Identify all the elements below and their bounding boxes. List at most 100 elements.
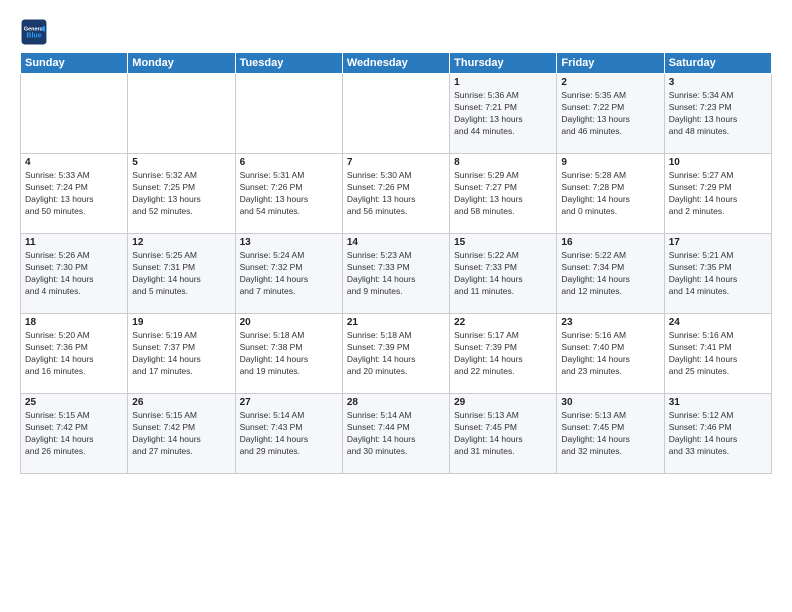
cell-week1-day7: 3 Sunrise: 5:34 AM Sunset: 7:23 PM Daylig… — [664, 74, 771, 154]
cell-week3-day3: 13Sunrise: 5:24 AM Sunset: 7:32 PM Dayli… — [235, 234, 342, 314]
cell-week5-day6: 30 Sunrise: 5:13 AM Sunset: 7:45 PM Dayli… — [557, 394, 664, 474]
cell-week5-day2: 26 Sunrise: 5:15 AM Sunset: 7:42 PM Dayli… — [128, 394, 235, 474]
day-info: Sunrise: 5:13 AM Sunset: 7:45 PM Dayligh… — [561, 410, 659, 458]
cell-week3-day1: 11 Sunrise: 5:26 AM Sunset: 7:30 PM Dayli… — [21, 234, 128, 314]
day-info: Sunrise: 5:18 AM Sunset: 7:39 PM Dayligh… — [347, 330, 445, 378]
day-info: Sunrise: 5:19 AM Sunset: 7:37 PM Dayligh… — [132, 330, 230, 378]
day-number: 20 — [240, 317, 338, 328]
day-info: Sunrise: 5:14 AM Sunset: 7:44 PM Dayligh… — [347, 410, 445, 458]
cell-week4-day2: 19 Sunrise: 5:19 AM Sunset: 7:37 PM Dayli… — [128, 314, 235, 394]
cell-week2-day2: 5 Sunrise: 5:32 AM Sunset: 7:25 PM Daylig… — [128, 154, 235, 234]
day-number: 12 — [132, 237, 230, 248]
day-number: 5 — [132, 157, 230, 168]
header-day-wednesday: Wednesday — [342, 53, 449, 74]
header: General Blue — [20, 18, 772, 46]
cell-week1-day4 — [342, 74, 449, 154]
logo-icon: General Blue — [20, 18, 48, 46]
header-day-thursday: Thursday — [450, 53, 557, 74]
day-info: Sunrise: 5:16 AM Sunset: 7:41 PM Dayligh… — [669, 330, 767, 378]
calendar-body: 1 Sunrise: 5:36 AM Sunset: 7:21 PM Daylig… — [21, 74, 772, 474]
day-info: Sunrise: 5:32 AM Sunset: 7:25 PM Dayligh… — [132, 170, 230, 218]
day-info: Sunrise: 5:25 AM Sunset: 7:31 PM Dayligh… — [132, 250, 230, 298]
cell-week4-day5: 22 Sunrise: 5:17 AM Sunset: 7:39 PM Dayli… — [450, 314, 557, 394]
cell-week3-day5: 15 Sunrise: 5:22 AM Sunset: 7:33 PM Dayli… — [450, 234, 557, 314]
day-info: Sunrise: 5:22 AM Sunset: 7:33 PM Dayligh… — [454, 250, 552, 298]
week-row-3: 11 Sunrise: 5:26 AM Sunset: 7:30 PM Dayli… — [21, 234, 772, 314]
day-number: 28 — [347, 397, 445, 408]
cell-week2-day1: 4 Sunrise: 5:33 AM Sunset: 7:24 PM Daylig… — [21, 154, 128, 234]
day-number: 27 — [240, 397, 338, 408]
day-number: 16 — [561, 237, 659, 248]
day-info: Sunrise: 5:13 AM Sunset: 7:45 PM Dayligh… — [454, 410, 552, 458]
day-number: 26 — [132, 397, 230, 408]
day-info: Sunrise: 5:33 AM Sunset: 7:24 PM Dayligh… — [25, 170, 123, 218]
week-row-1: 1 Sunrise: 5:36 AM Sunset: 7:21 PM Daylig… — [21, 74, 772, 154]
day-info: Sunrise: 5:27 AM Sunset: 7:29 PM Dayligh… — [669, 170, 767, 218]
day-number: 17 — [669, 237, 767, 248]
day-number: 30 — [561, 397, 659, 408]
day-number: 10 — [669, 157, 767, 168]
cell-week3-day2: 12 Sunrise: 5:25 AM Sunset: 7:31 PM Dayli… — [128, 234, 235, 314]
day-number: 15 — [454, 237, 552, 248]
week-row-2: 4 Sunrise: 5:33 AM Sunset: 7:24 PM Daylig… — [21, 154, 772, 234]
cell-week5-day5: 29Sunrise: 5:13 AM Sunset: 7:45 PM Dayli… — [450, 394, 557, 474]
day-number: 1 — [454, 77, 552, 88]
day-number: 8 — [454, 157, 552, 168]
day-info: Sunrise: 5:15 AM Sunset: 7:42 PM Dayligh… — [132, 410, 230, 458]
cell-week4-day6: 23 Sunrise: 5:16 AM Sunset: 7:40 PM Dayli… — [557, 314, 664, 394]
day-number: 9 — [561, 157, 659, 168]
cell-week4-day4: 21Sunrise: 5:18 AM Sunset: 7:39 PM Dayli… — [342, 314, 449, 394]
week-row-4: 18Sunrise: 5:20 AM Sunset: 7:36 PM Dayli… — [21, 314, 772, 394]
header-day-saturday: Saturday — [664, 53, 771, 74]
header-day-sunday: Sunday — [21, 53, 128, 74]
cell-week2-day3: 6Sunrise: 5:31 AM Sunset: 7:26 PM Daylig… — [235, 154, 342, 234]
day-info: Sunrise: 5:34 AM Sunset: 7:23 PM Dayligh… — [669, 90, 767, 138]
day-info: Sunrise: 5:18 AM Sunset: 7:38 PM Dayligh… — [240, 330, 338, 378]
calendar-table: SundayMondayTuesdayWednesdayThursdayFrid… — [20, 52, 772, 474]
day-info: Sunrise: 5:36 AM Sunset: 7:21 PM Dayligh… — [454, 90, 552, 138]
day-number: 11 — [25, 237, 123, 248]
day-number: 14 — [347, 237, 445, 248]
day-number: 22 — [454, 317, 552, 328]
day-number: 6 — [240, 157, 338, 168]
day-number: 23 — [561, 317, 659, 328]
day-info: Sunrise: 5:30 AM Sunset: 7:26 PM Dayligh… — [347, 170, 445, 218]
day-number: 25 — [25, 397, 123, 408]
header-day-friday: Friday — [557, 53, 664, 74]
cell-week5-day1: 25 Sunrise: 5:15 AM Sunset: 7:42 PM Dayli… — [21, 394, 128, 474]
day-info: Sunrise: 5:29 AM Sunset: 7:27 PM Dayligh… — [454, 170, 552, 218]
day-info: Sunrise: 5:15 AM Sunset: 7:42 PM Dayligh… — [25, 410, 123, 458]
day-info: Sunrise: 5:17 AM Sunset: 7:39 PM Dayligh… — [454, 330, 552, 378]
page: General Blue SundayMondayTuesdayWednesda… — [0, 0, 792, 612]
logo: General Blue — [20, 18, 52, 46]
cell-week5-day4: 28 Sunrise: 5:14 AM Sunset: 7:44 PM Dayli… — [342, 394, 449, 474]
cell-week4-day7: 24Sunrise: 5:16 AM Sunset: 7:41 PM Dayli… — [664, 314, 771, 394]
cell-week1-day2 — [128, 74, 235, 154]
header-row: SundayMondayTuesdayWednesdayThursdayFrid… — [21, 53, 772, 74]
day-info: Sunrise: 5:12 AM Sunset: 7:46 PM Dayligh… — [669, 410, 767, 458]
day-number: 4 — [25, 157, 123, 168]
cell-week2-day7: 10 Sunrise: 5:27 AM Sunset: 7:29 PM Dayli… — [664, 154, 771, 234]
day-number: 7 — [347, 157, 445, 168]
cell-week3-day6: 16 Sunrise: 5:22 AM Sunset: 7:34 PM Dayli… — [557, 234, 664, 314]
week-row-5: 25 Sunrise: 5:15 AM Sunset: 7:42 PM Dayli… — [21, 394, 772, 474]
svg-text:Blue: Blue — [26, 32, 41, 39]
calendar-header: SundayMondayTuesdayWednesdayThursdayFrid… — [21, 53, 772, 74]
day-info: Sunrise: 5:35 AM Sunset: 7:22 PM Dayligh… — [561, 90, 659, 138]
day-info: Sunrise: 5:22 AM Sunset: 7:34 PM Dayligh… — [561, 250, 659, 298]
day-info: Sunrise: 5:21 AM Sunset: 7:35 PM Dayligh… — [669, 250, 767, 298]
cell-week5-day7: 31 Sunrise: 5:12 AM Sunset: 7:46 PM Dayli… — [664, 394, 771, 474]
day-number: 3 — [669, 77, 767, 88]
cell-week4-day1: 18Sunrise: 5:20 AM Sunset: 7:36 PM Dayli… — [21, 314, 128, 394]
day-info: Sunrise: 5:26 AM Sunset: 7:30 PM Dayligh… — [25, 250, 123, 298]
day-info: Sunrise: 5:23 AM Sunset: 7:33 PM Dayligh… — [347, 250, 445, 298]
day-info: Sunrise: 5:20 AM Sunset: 7:36 PM Dayligh… — [25, 330, 123, 378]
day-info: Sunrise: 5:16 AM Sunset: 7:40 PM Dayligh… — [561, 330, 659, 378]
day-number: 2 — [561, 77, 659, 88]
day-number: 31 — [669, 397, 767, 408]
day-info: Sunrise: 5:28 AM Sunset: 7:28 PM Dayligh… — [561, 170, 659, 218]
header-day-monday: Monday — [128, 53, 235, 74]
day-number: 19 — [132, 317, 230, 328]
cell-week1-day5: 1 Sunrise: 5:36 AM Sunset: 7:21 PM Daylig… — [450, 74, 557, 154]
cell-week4-day3: 20 Sunrise: 5:18 AM Sunset: 7:38 PM Dayli… — [235, 314, 342, 394]
